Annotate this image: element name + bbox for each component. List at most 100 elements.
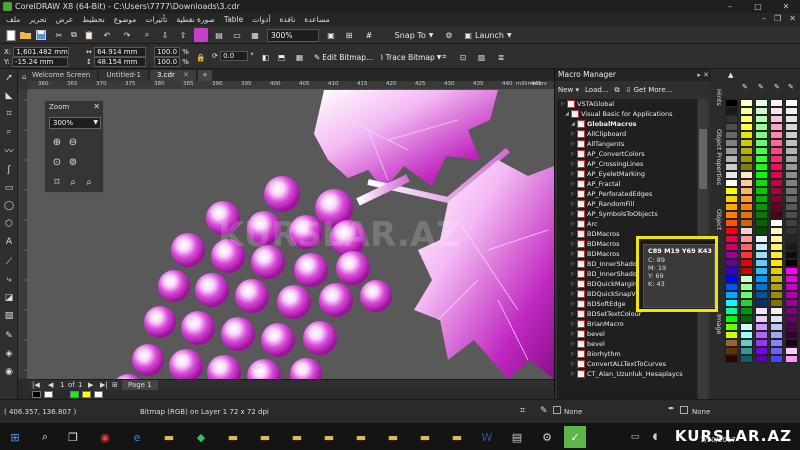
palette-swatch[interactable] bbox=[785, 187, 798, 195]
palette-swatch[interactable] bbox=[785, 331, 798, 339]
palette-swatch[interactable] bbox=[725, 235, 738, 243]
palette-swatch[interactable] bbox=[740, 355, 753, 363]
redo-icon[interactable]: ↷ bbox=[120, 28, 134, 42]
search-content-icon[interactable]: ⌕ bbox=[140, 28, 154, 42]
palette-swatch[interactable] bbox=[785, 259, 798, 267]
palette-swatch[interactable] bbox=[770, 275, 783, 283]
macro-list-item[interactable]: ◢ Visual Basic for Applications bbox=[557, 109, 697, 119]
expand-arrow-icon[interactable]: ▷ bbox=[571, 189, 575, 199]
palette-swatch[interactable] bbox=[725, 187, 738, 195]
expand-arrow-icon[interactable]: ▷ bbox=[571, 239, 575, 249]
palette-swatch[interactable] bbox=[755, 171, 768, 179]
palette-swatch[interactable] bbox=[785, 291, 798, 299]
doc-restore-icon[interactable]: ❐ bbox=[774, 14, 781, 23]
chrome-icon[interactable]: ◉ bbox=[94, 426, 116, 448]
snap-to-dropdown[interactable]: Snap To ▼ bbox=[392, 28, 436, 42]
vertical-ruler[interactable] bbox=[18, 90, 28, 379]
rotation-field[interactable]: ⟳ 0.0 ° bbox=[212, 51, 254, 61]
expand-arrow-icon[interactable]: ▷ bbox=[571, 229, 575, 239]
palette-swatch[interactable] bbox=[785, 99, 798, 107]
macro-list-item[interactable]: ▷ AP_ConvertColors bbox=[557, 149, 697, 159]
palette-swatch[interactable] bbox=[755, 291, 768, 299]
document-swatch[interactable] bbox=[94, 391, 103, 398]
palette-swatch[interactable] bbox=[755, 147, 768, 155]
palette-swatch[interactable] bbox=[725, 259, 738, 267]
polygon-tool-icon[interactable]: ⬡ bbox=[2, 218, 16, 231]
palette-swatch[interactable] bbox=[725, 275, 738, 283]
folder-icon[interactable]: ▬ bbox=[382, 426, 404, 448]
palette-swatch[interactable] bbox=[755, 323, 768, 331]
expand-arrow-icon[interactable]: ▷ bbox=[571, 259, 575, 269]
menu-file[interactable]: ملف bbox=[6, 15, 20, 24]
palette-swatch[interactable] bbox=[740, 195, 753, 203]
palette-swatch[interactable] bbox=[785, 307, 798, 315]
palette-swatch[interactable] bbox=[725, 283, 738, 291]
palette-swatch[interactable] bbox=[770, 179, 783, 187]
full-screen-icon[interactable]: ▭ bbox=[230, 28, 244, 42]
palette-swatch[interactable] bbox=[725, 227, 738, 235]
palette-swatch[interactable] bbox=[740, 155, 753, 163]
artistic-media-icon[interactable]: ʃ bbox=[2, 164, 16, 177]
palette-swatch[interactable] bbox=[725, 243, 738, 251]
ruler-corner[interactable] bbox=[18, 81, 28, 90]
palette-swatch[interactable] bbox=[725, 267, 738, 275]
palette-swatch[interactable] bbox=[755, 275, 768, 283]
width-field[interactable]: ↔ 64.914 mm bbox=[86, 47, 147, 57]
palette-swatch[interactable] bbox=[725, 123, 738, 131]
macro-list-item[interactable]: ◢ GlobalMacros bbox=[557, 119, 697, 129]
zoom-height-icon[interactable]: ⌕ bbox=[83, 177, 95, 189]
fill-indicator-icon[interactable]: ⌗ bbox=[520, 406, 525, 416]
folder-icon[interactable]: ▬ bbox=[222, 426, 244, 448]
expand-arrow-icon[interactable]: ▷ bbox=[571, 309, 575, 319]
macro-list-item[interactable]: ▷ CT_Alan_Uzunluk_Hesaplaycs bbox=[557, 369, 697, 379]
expand-arrow-icon[interactable]: ▷ bbox=[571, 139, 575, 149]
tab-image[interactable]: Image bbox=[712, 314, 723, 334]
palette-swatch[interactable] bbox=[770, 139, 783, 147]
expand-arrow-icon[interactable]: ▷ bbox=[571, 169, 575, 179]
palette-swatch[interactable] bbox=[725, 347, 738, 355]
palette-swatch[interactable] bbox=[740, 219, 753, 227]
menu-table[interactable]: Table bbox=[224, 15, 243, 24]
expand-arrow-icon[interactable]: ▷ bbox=[571, 299, 575, 309]
macro-list-item[interactable]: ▷ AllTangents bbox=[557, 139, 697, 149]
menu-object[interactable]: موضوع bbox=[114, 15, 137, 24]
palette-swatch[interactable] bbox=[785, 203, 798, 211]
parallel-dimension-icon[interactable]: ⟋ bbox=[2, 256, 16, 269]
palette-swatch[interactable] bbox=[785, 347, 798, 355]
macro-list-item[interactable]: ▷ AP_RandomFill bbox=[557, 199, 697, 209]
close-tab-icon[interactable]: ✕ bbox=[183, 71, 189, 79]
palette-swatch[interactable] bbox=[770, 235, 783, 243]
palette-swatch[interactable] bbox=[785, 267, 798, 275]
palette-swatch[interactable] bbox=[755, 139, 768, 147]
palette-swatch[interactable] bbox=[755, 219, 768, 227]
macro-list-item[interactable]: ▷ ConvertALLTextToCurves bbox=[557, 359, 697, 369]
document-swatch[interactable] bbox=[32, 391, 41, 398]
tab-welcome-screen[interactable]: ⌂ Welcome Screen bbox=[18, 70, 98, 81]
palette-swatch[interactable] bbox=[740, 187, 753, 195]
zoom-out-icon[interactable]: ⊖ bbox=[67, 137, 79, 149]
macro-list-item[interactable]: ▷ AP_PerforatedEdges bbox=[557, 189, 697, 199]
smart-fill-icon[interactable]: ◉ bbox=[2, 366, 16, 379]
palette-swatch[interactable] bbox=[740, 347, 753, 355]
palette-swatch[interactable] bbox=[725, 203, 738, 211]
palette-swatch[interactable] bbox=[770, 331, 783, 339]
palette-swatch[interactable] bbox=[755, 283, 768, 291]
palette-swatch[interactable] bbox=[755, 267, 768, 275]
palette-swatch[interactable] bbox=[770, 115, 783, 123]
menu-view[interactable]: عرض bbox=[56, 15, 74, 24]
zoom-width-icon[interactable]: ⌕ bbox=[67, 177, 79, 189]
shape-tool-icon[interactable]: ◣ bbox=[2, 90, 16, 103]
palette-column[interactable] bbox=[725, 99, 738, 363]
windows-start-icon[interactable]: ⊞ bbox=[4, 426, 26, 448]
palette-swatch[interactable] bbox=[755, 243, 768, 251]
expand-arrow-icon[interactable]: ▷ bbox=[571, 199, 575, 209]
palette-swatch[interactable] bbox=[785, 355, 798, 363]
tab-object[interactable]: Object bbox=[712, 209, 723, 230]
palette-swatch[interactable] bbox=[740, 331, 753, 339]
ie-icon[interactable]: e bbox=[126, 426, 148, 448]
macro-list-item[interactable]: ▷ Biorhythm bbox=[557, 349, 697, 359]
expand-arrow-icon[interactable]: ▷ bbox=[571, 369, 575, 379]
eyedropper-status-icon[interactable]: ✎ bbox=[540, 406, 548, 416]
zoom-all-icon[interactable]: ⊚ bbox=[67, 157, 79, 169]
palette-swatch[interactable] bbox=[785, 219, 798, 227]
